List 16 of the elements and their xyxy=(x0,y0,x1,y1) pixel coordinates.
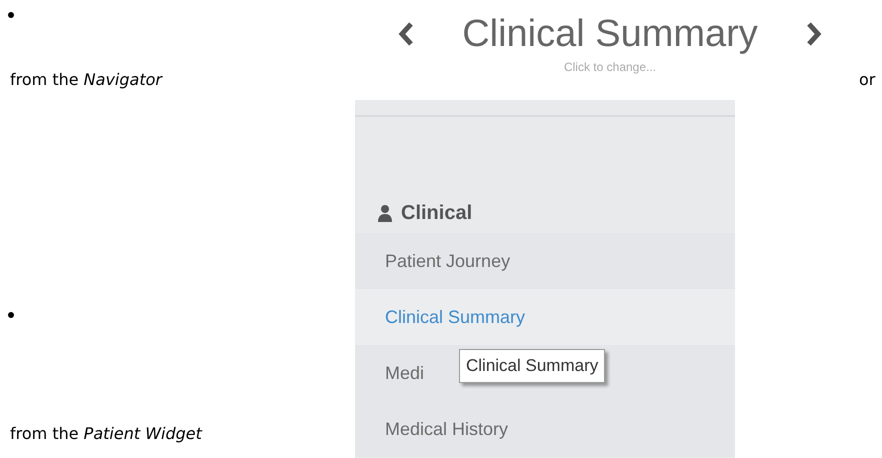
connector-text: or xyxy=(858,69,876,91)
instruction-text: from the Patient Widget xyxy=(9,423,204,445)
section-heading: Clinical xyxy=(401,201,472,226)
bullet-icon xyxy=(8,12,14,18)
hint-text: Click to change... xyxy=(564,59,656,76)
nav-item[interactable]: Medi xyxy=(385,360,424,386)
tooltip: Clinical Summary xyxy=(459,349,606,382)
bullet-icon xyxy=(8,312,14,318)
chevron-left-icon[interactable] xyxy=(398,21,414,47)
nav-item[interactable]: Medical History xyxy=(385,416,508,442)
nav-item[interactable]: Patient Journey xyxy=(385,248,510,274)
navigator-title[interactable]: Clinical Summary xyxy=(462,10,758,58)
chevron-right-icon[interactable] xyxy=(806,21,822,47)
instruction-text: from the Navigator xyxy=(9,69,164,91)
nav-item[interactable]: Clinical Summary xyxy=(385,304,526,330)
user-icon xyxy=(377,204,393,222)
